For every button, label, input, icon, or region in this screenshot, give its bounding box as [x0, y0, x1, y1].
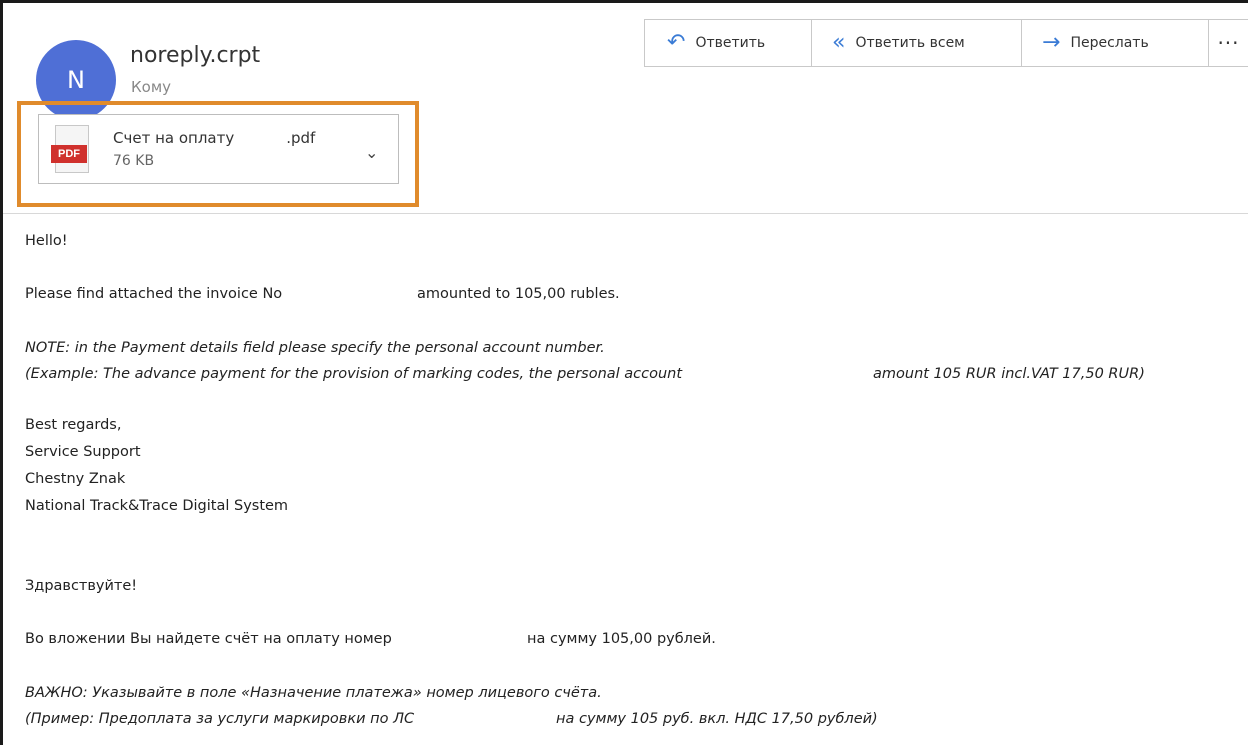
- reply-icon: ↶: [667, 30, 686, 55]
- invoice-amount-ru: на сумму 105,00 рублей.: [527, 631, 716, 647]
- more-icon: ···: [1217, 31, 1240, 55]
- greeting-en: Hello!: [25, 233, 68, 249]
- pdf-badge: PDF: [51, 145, 87, 163]
- attachment-extension: .pdf: [286, 129, 316, 147]
- invoice-amount-en: amounted to 105,00 rubles.: [417, 286, 620, 302]
- invoice-line-ru: Во вложении Вы найдете счёт на оплату но…: [25, 631, 392, 647]
- attachment-name: Счет на оплату: [113, 129, 235, 147]
- signature-line-2: Chestny Znak: [25, 471, 126, 487]
- email-reading-pane: N noreply.crpt Кому ↶ Ответить « Ответит…: [0, 0, 1248, 745]
- regards: Best regards,: [25, 417, 122, 433]
- pdf-file-icon: PDF: [51, 125, 91, 173]
- avatar-initial: N: [67, 66, 85, 94]
- attachment-filename: Счет на оплату .pdf: [113, 129, 383, 147]
- more-actions-button[interactable]: ···: [1208, 19, 1248, 67]
- forward-arrow-icon: →: [1042, 30, 1061, 55]
- example-ru: (Пример: Предоплата за услуги маркировки…: [25, 711, 415, 727]
- signature-line-1: Service Support: [25, 444, 141, 460]
- example-en: (Example: The advance payment for the pr…: [25, 366, 683, 382]
- reply-label: Ответить: [695, 35, 766, 51]
- sender-name[interactable]: noreply.crpt: [130, 43, 260, 68]
- example-amount-ru: на сумму 105 руб. вкл. НДС 17,50 рублей): [556, 711, 878, 727]
- header-divider: [3, 213, 1248, 214]
- message-action-toolbar: ↶ Ответить « Ответить всем → Переслать ·…: [644, 19, 1248, 67]
- forward-button[interactable]: → Переслать: [1021, 19, 1208, 67]
- reply-all-button[interactable]: « Ответить всем: [811, 19, 1021, 67]
- recipient-label: Кому: [131, 78, 172, 96]
- reply-all-label: Ответить всем: [855, 35, 965, 51]
- example-amount-en: amount 105 RUR incl.VAT 17,50 RUR): [873, 366, 1145, 382]
- signature-line-3: National Track&Trace Digital System: [25, 498, 289, 514]
- reply-all-icon: «: [832, 30, 846, 55]
- attachment-card[interactable]: PDF Счет на оплату .pdf 76 KB: [38, 114, 399, 184]
- attachment-info: Счет на оплату .pdf 76 KB: [113, 129, 383, 169]
- reply-button[interactable]: ↶ Ответить: [644, 19, 811, 67]
- greeting-ru: Здравствуйте!: [25, 578, 138, 594]
- attachment-size: 76 KB: [113, 153, 155, 169]
- note-ru: ВАЖНО: Указывайте в поле «Назначение пла…: [25, 685, 602, 701]
- invoice-line-en: Please find attached the invoice No: [25, 286, 283, 302]
- chevron-down-icon[interactable]: ⌄: [365, 143, 378, 162]
- forward-label: Переслать: [1070, 35, 1149, 51]
- note-en: NOTE: in the Payment details field pleas…: [25, 340, 605, 356]
